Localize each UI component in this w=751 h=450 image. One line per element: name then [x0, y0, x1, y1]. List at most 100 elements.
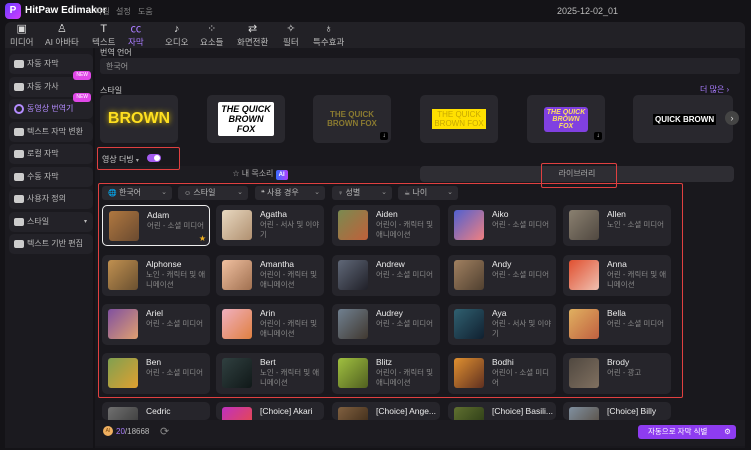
style-card[interactable]: THE QUICK BROWN FOX [420, 95, 498, 143]
voice-description: 어린이 - 캐릭터 및 애니메이션 [260, 319, 318, 338]
voice-name: Aya [492, 308, 507, 318]
voice-avatar [338, 210, 368, 240]
voice-card[interactable]: [Choice] Basili... [448, 402, 556, 420]
voice-card[interactable]: Ben 어린 - 소셜 미디어 [102, 353, 210, 394]
style-card[interactable]: THE QUICK BROWN FOX ↓ [527, 95, 605, 143]
toolbar-audio[interactable]: ♪ 오디오 [165, 23, 188, 49]
voice-card[interactable]: [Choice] Akari [216, 402, 324, 420]
voice-avatar [454, 210, 484, 240]
voice-card[interactable]: Cedric [102, 402, 210, 420]
sidebar-item[interactable]: 스타일 ▾ [9, 211, 93, 232]
project-name: 2025-12-02_01 [557, 6, 619, 16]
credits-used: 20 [116, 427, 125, 436]
voice-card[interactable]: Aiden 어린이 - 캐릭터 및 애니메이션 [332, 205, 440, 246]
toolbar-label: 특수효과 [313, 37, 345, 47]
filter-dropdown[interactable]: 🌐 한국어 ⌄ [102, 186, 172, 200]
scroll-right-icon[interactable]: › [725, 111, 739, 125]
voice-description: 어린 - 소셜 미디어 [376, 270, 434, 279]
voice-description: 어린이 - 캐릭터 및 애니메이션 [260, 270, 318, 289]
voice-card[interactable]: Anna 어린 - 캐릭터 및 애니메이션 [563, 255, 671, 296]
voice-card[interactable]: Alphonse 노인 - 캐릭터 및 애니메이션 [102, 255, 210, 296]
voice-card[interactable]: Brody 어린 - 광고 [563, 353, 671, 394]
chevron-down-icon: ⌄ [237, 189, 243, 196]
voice-description: 어린 - 캐릭터 및 애니메이션 [607, 270, 667, 289]
voice-name: Alphonse [146, 259, 182, 269]
voice-avatar [569, 358, 599, 388]
voice-card[interactable]: Andrew 어린 - 소셜 미디어 [332, 255, 440, 296]
voice-description: 어린 - 소셜 미디어 [492, 220, 550, 229]
voice-card[interactable]: Bert 노인 - 캐릭터 및 애니메이션 [216, 353, 324, 394]
chevron-down-icon: ⌄ [447, 189, 453, 196]
sidebar-item-icon [14, 240, 24, 248]
sidebar-item[interactable]: 수동 자막 [9, 166, 93, 187]
voice-description: 노인 - 캐릭터 및 애니메이션 [260, 368, 320, 387]
toolbar-elements[interactable]: ⁘ 요소들 [200, 23, 223, 49]
more-styles-link[interactable]: 더 많은 › [700, 84, 729, 95]
voice-card[interactable]: Bodhi 어린이 - 소셜 미디어 [448, 353, 556, 394]
voice-card[interactable]: Amantha 어린이 - 캐릭터 및 애니메이션 [216, 255, 324, 296]
subtitle-icon: ㏄ [130, 23, 142, 35]
menu-file[interactable]: 파일 [95, 6, 110, 17]
refresh-icon[interactable]: ⟳ [160, 425, 169, 438]
voice-card[interactable]: [Choice] Billy [563, 402, 671, 420]
filter-icon: ☕ [404, 190, 411, 197]
voice-card[interactable]: Arin 어린이 - 캐릭터 및 애니메이션 [216, 304, 324, 345]
new-badge: NEW [73, 70, 91, 80]
menu-help[interactable]: 도움 [138, 6, 153, 17]
style-card[interactable]: THE QUICK BROWN FOX ↓ [313, 95, 391, 143]
voice-avatar [569, 210, 599, 240]
voice-card[interactable]: Allen 노인 - 소셜 미디어 [563, 205, 671, 246]
avatar-icon: ♙ [56, 23, 67, 35]
voice-card[interactable]: Aiko 어린 - 소셜 미디어 [448, 205, 556, 246]
toolbar-subtitle[interactable]: ㏄ 자막 [128, 23, 144, 49]
toolbar-label: 필터 [283, 37, 299, 47]
filter-dropdown[interactable]: ☕ 나이 ⌄ [398, 186, 458, 200]
toolbar-effects[interactable]: ♁ 특수효과 [313, 23, 344, 49]
sidebar-item[interactable]: 로컬 자막 [9, 144, 93, 164]
auto-identify-subtitles-button[interactable]: 자동으로 자막 식별 ⚙ [638, 425, 736, 439]
chevron-down-icon: ⌄ [314, 189, 320, 196]
voice-card[interactable]: Ariel 어린 - 소셜 미디어 [102, 304, 210, 345]
filter-dropdown[interactable]: ☺ 스타일 ⌄ [178, 186, 248, 200]
more-label: 더 많은 [700, 85, 725, 94]
voice-description: 어린 - 소셜 미디어 [147, 221, 205, 230]
style-card[interactable]: BROWN [100, 95, 178, 143]
filter-dropdown[interactable]: ❝ 사용 경우 ⌄ [255, 186, 325, 200]
voice-name: Anna [607, 259, 627, 269]
title-bar [0, 0, 751, 22]
toolbar-text[interactable]: T 텍스트 [92, 23, 115, 49]
voice-avatar [338, 309, 368, 339]
voice-card[interactable]: Agatha 어린 - 서사 및 이야기 [216, 205, 324, 246]
voice-avatar [338, 407, 368, 420]
toolbar-transition[interactable]: ⇄ 화면전환 [237, 23, 268, 49]
voice-card[interactable]: Adam 어린 - 소셜 미디어 ★ [102, 205, 210, 246]
voice-card[interactable]: Aya 어린 - 서사 및 이야기 [448, 304, 556, 345]
toolbar-media[interactable]: ▣ 미디어 [10, 23, 33, 49]
voice-avatar [569, 260, 599, 290]
voice-description: 어린이 - 캐릭터 및 애니메이션 [376, 220, 434, 239]
translate-language-select[interactable]: 한국어 [100, 58, 740, 74]
voice-description: 어린 - 소셜 미디어 [376, 319, 434, 328]
voice-card[interactable]: Andy 어린 - 소셜 미디어 [448, 255, 556, 296]
filter-dropdown[interactable]: ♀ 성별 ⌄ [332, 186, 392, 200]
voice-card[interactable]: Bella 어린 - 소셜 미디어 [563, 304, 671, 345]
style-card[interactable]: THE QUICK BROWN FOX [207, 95, 285, 143]
style-preview: BROWN [107, 110, 171, 127]
download-icon[interactable]: ↓ [594, 132, 602, 140]
download-icon[interactable]: ↓ [380, 132, 388, 140]
sidebar-item[interactable]: 텍스트 기반 편집 [9, 234, 93, 254]
voice-card[interactable]: Audrey 어린 - 소셜 미디어 [332, 304, 440, 345]
sidebar-item[interactable]: 사용자 정의 [9, 189, 93, 209]
menu-settings[interactable]: 설정 [116, 6, 131, 17]
toolbar-avatar[interactable]: ♙ AI 아바타 [45, 23, 79, 49]
voice-name: Brody [607, 357, 630, 367]
style-card[interactable]: QUICK BROWN [633, 95, 733, 143]
voice-card[interactable]: [Choice] Ange... [332, 402, 440, 420]
voice-card[interactable]: Blitz 어린이 - 캐릭터 및 애니메이션 [332, 353, 440, 394]
voice-avatar [108, 358, 138, 388]
sidebar-item[interactable]: 텍스트 자막 변환 [9, 121, 93, 142]
style-preview: THE QUICK BROWN FOX [327, 110, 377, 128]
toolbar-filter[interactable]: ✧ 필터 [283, 23, 299, 49]
sidebar-item-icon [14, 127, 24, 136]
sidebar-item[interactable]: 동영상 번역기 NEW [9, 93, 93, 119]
